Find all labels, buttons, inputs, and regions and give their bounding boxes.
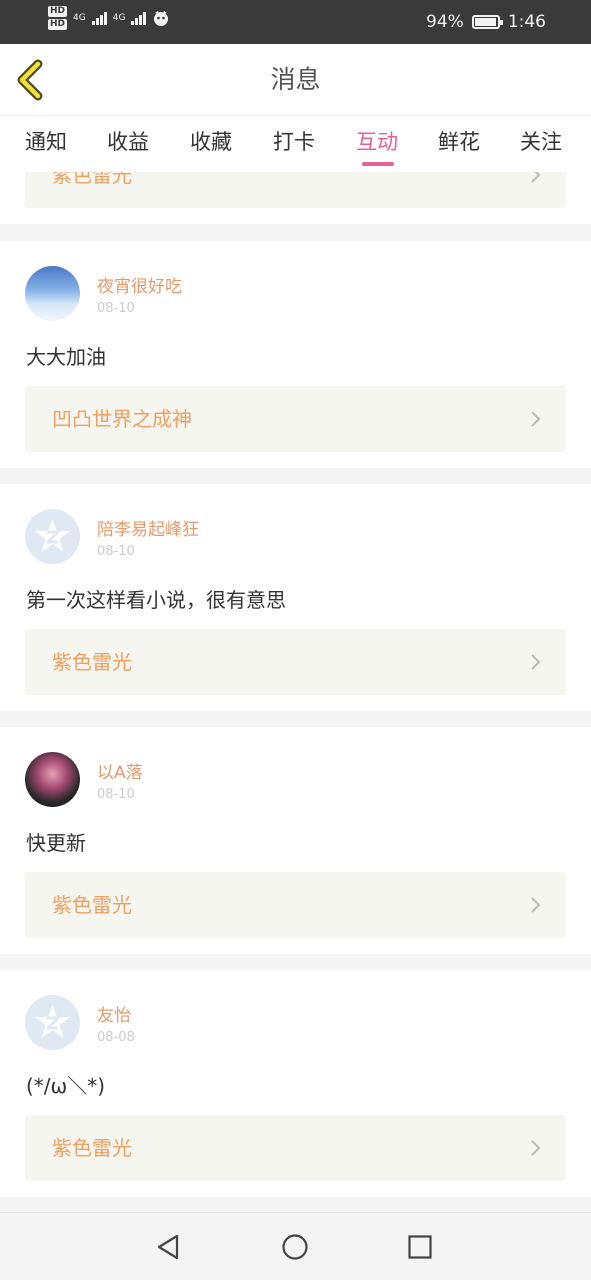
status-left-group: HD HD 4G 4G <box>48 6 170 30</box>
active-tab-indicator <box>362 162 394 166</box>
tab-follow[interactable]: 关注 <box>520 126 562 156</box>
chevron-right-icon <box>531 654 541 670</box>
nav-home-icon[interactable] <box>281 1233 309 1261</box>
hd-badge-bottom: HD <box>48 19 68 30</box>
book-link[interactable]: 紫色雷光 <box>25 872 566 938</box>
system-nav-bar <box>0 1212 591 1280</box>
comment-text: 快更新 <box>26 831 86 855</box>
username[interactable]: 陪李易起峰狂 <box>97 515 199 540</box>
comment-text: 第一次这样看小说，很有意思 <box>26 588 286 612</box>
book-title: 紫色雷光 <box>52 893 132 917</box>
book-title: 紫色雷光 <box>52 650 132 674</box>
comment-text: 大大加油 <box>26 345 106 369</box>
tab-favorites[interactable]: 收藏 <box>190 126 232 156</box>
book-title: 凹凸世界之成神 <box>52 407 192 431</box>
tab-flowers[interactable]: 鲜花 <box>438 126 480 156</box>
book-link[interactable]: 紫色雷光 <box>25 1115 566 1181</box>
book-link-partial[interactable]: 紫色雷光 <box>25 172 566 208</box>
tab-interaction[interactable]: 互动 <box>356 126 398 156</box>
message-feed[interactable]: 紫色雷光 夜宵很好吃 08-10 大大加油 凹凸世界之成神 陪李易起峰狂 08-… <box>0 172 591 1212</box>
network-type-2: 4G <box>112 13 126 23</box>
avatar[interactable] <box>25 752 80 807</box>
username[interactable]: 以A落 <box>97 758 143 783</box>
message-date: 08-10 <box>97 787 135 802</box>
book-title: 紫色雷光 <box>52 1136 132 1160</box>
battery-icon <box>471 15 503 29</box>
tab-checkin[interactable]: 打卡 <box>273 126 315 156</box>
notification-app-icon <box>154 11 169 26</box>
page-title: 消息 <box>270 65 321 94</box>
chevron-right-icon <box>531 411 541 427</box>
status-right-group: 94% 1:46 <box>426 12 546 32</box>
default-avatar-icon <box>35 1005 70 1038</box>
default-avatar-icon <box>35 519 70 552</box>
tab-earnings[interactable]: 收益 <box>107 126 149 156</box>
avatar[interactable] <box>25 995 80 1050</box>
book-title: 紫色雷光 <box>52 172 132 187</box>
hd-badge-top: HD <box>48 6 68 17</box>
signal-icon <box>91 11 107 25</box>
network-type-1: 4G <box>73 13 86 23</box>
battery-percent: 94% <box>426 12 464 32</box>
signal-icon-2 <box>131 11 147 25</box>
message-date: 08-10 <box>97 301 135 316</box>
clock: 1:46 <box>507 12 546 32</box>
chevron-right-icon <box>531 897 541 913</box>
book-link[interactable]: 紫色雷光 <box>25 629 566 695</box>
avatar[interactable] <box>25 509 80 564</box>
message-card-partial: 紫色雷光 <box>0 172 591 224</box>
tab-bar: 通知 收益 收藏 打卡 互动 鲜花 关注 <box>0 116 591 172</box>
message-card: 夜宵很好吃 08-10 大大加油 凹凸世界之成神 <box>0 241 591 468</box>
username[interactable]: 夜宵很好吃 <box>97 272 182 297</box>
message-card: 友怡 08-08 (*/ω＼*) 紫色雷光 <box>0 970 591 1197</box>
book-link[interactable]: 凹凸世界之成神 <box>25 386 566 452</box>
chevron-right-icon <box>531 1140 541 1156</box>
nav-back-icon[interactable] <box>155 1233 183 1261</box>
hd-badges: HD HD <box>48 6 68 30</box>
message-date: 08-08 <box>97 1030 135 1045</box>
message-card: 陪李易起峰狂 08-10 第一次这样看小说，很有意思 紫色雷光 <box>0 484 591 711</box>
nav-recent-icon[interactable] <box>406 1233 434 1261</box>
chevron-right-icon <box>531 172 541 183</box>
avatar[interactable] <box>25 266 80 321</box>
comment-text: (*/ω＼*) <box>26 1074 106 1098</box>
message-date: 08-10 <box>97 544 135 559</box>
tab-notifications[interactable]: 通知 <box>25 126 67 156</box>
app-header: 消息 <box>0 44 591 116</box>
message-card: 以A落 08-10 快更新 紫色雷光 <box>0 727 591 954</box>
username[interactable]: 友怡 <box>97 1001 131 1026</box>
status-bar: HD HD 4G 4G 94% 1:46 <box>0 0 591 44</box>
